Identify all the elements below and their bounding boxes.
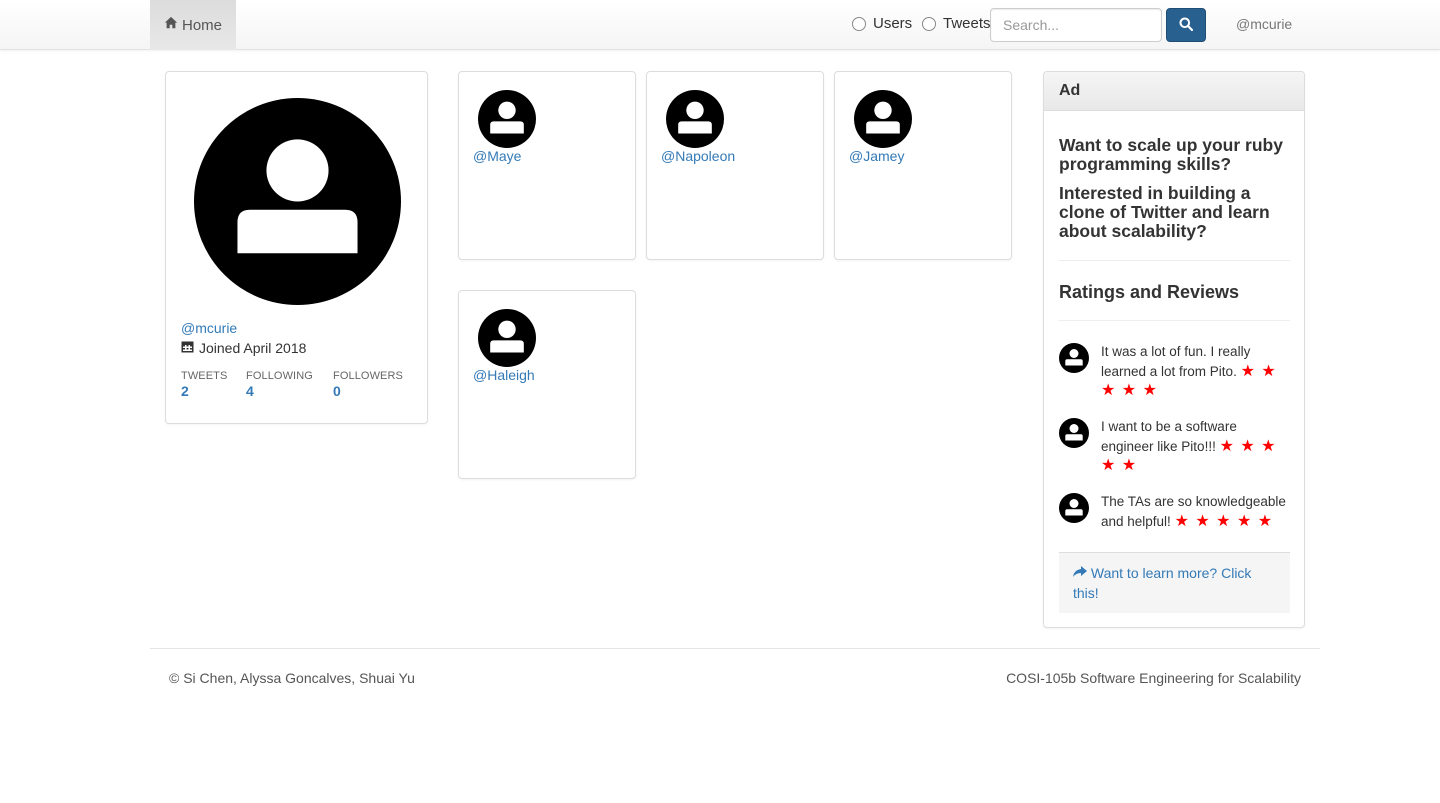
review-item: The TAs are so knowledgeable and helpful… — [1059, 492, 1290, 531]
ad-heading: Ad — [1044, 72, 1304, 111]
footer-course: COSI-105b Software Engineering for Scala… — [1006, 670, 1301, 686]
reviewer-avatar — [1059, 418, 1089, 448]
ad-divider — [1059, 320, 1290, 321]
tweets-radio-label: Tweets — [943, 15, 991, 32]
stat-tweets[interactable]: TWEETS 2 — [181, 370, 227, 399]
user-handle-link[interactable]: @Maye — [473, 148, 521, 164]
stat-followers[interactable]: FOLLOWERS 0 — [333, 370, 403, 399]
page-footer: © Si Chen, Alyssa Goncalves, Shuai Yu CO… — [150, 648, 1320, 686]
home-nav-link[interactable]: Home — [150, 0, 236, 50]
review-body: The TAs are so knowledgeable and helpful… — [1101, 492, 1290, 531]
search-icon — [1179, 17, 1194, 34]
review-body: It was a lot of fun. I really learned a … — [1101, 342, 1290, 401]
joined-date: Joined April 2018 — [181, 340, 306, 356]
reviewer-avatar — [1059, 493, 1089, 523]
user-avatar — [478, 90, 536, 148]
tweets-radio[interactable] — [922, 16, 936, 31]
user-card: @Jamey — [834, 71, 1012, 260]
current-user-link[interactable]: @mcurie — [1236, 16, 1292, 32]
user-avatar — [478, 309, 536, 367]
stat-value[interactable]: 4 — [246, 383, 313, 399]
users-radio-label: Users — [873, 15, 913, 32]
top-navbar: Home Users Tweets @mcurie — [0, 0, 1440, 50]
user-handle-link[interactable]: @Napoleon — [661, 148, 735, 164]
ratings-title: Ratings and Reviews — [1059, 282, 1240, 302]
star-rating: ★ ★ ★ ★ ★ — [1174, 512, 1274, 530]
profile-avatar — [194, 98, 401, 305]
joined-text: Joined April 2018 — [199, 340, 307, 356]
share-arrow-icon — [1073, 565, 1091, 581]
user-card: @Maye — [458, 71, 636, 260]
user-handle-link[interactable]: @Haleigh — [473, 367, 535, 383]
review-item: It was a lot of fun. I really learned a … — [1059, 342, 1290, 401]
learn-more-text: Want to learn more? Click this! — [1073, 565, 1252, 601]
user-avatar — [666, 90, 724, 148]
review-text: It was a lot of fun. I really learned a … — [1101, 344, 1251, 379]
learn-more-link[interactable]: Want to learn more? Click this! — [1073, 565, 1251, 601]
user-card: @Haleigh — [458, 290, 636, 479]
user-handle-link[interactable]: @Jamey — [849, 148, 904, 164]
ad-headline-2: Interested in building a clone of Twitte… — [1059, 183, 1270, 241]
review-text: I want to be a software engineer like Pi… — [1101, 419, 1237, 454]
home-icon — [164, 16, 178, 34]
users-radio[interactable] — [852, 16, 866, 31]
ad-panel: Ad Want to scale up your ruby programmin… — [1043, 71, 1305, 628]
review-body: I want to be a software engineer like Pi… — [1101, 417, 1290, 476]
search-button[interactable] — [1166, 8, 1206, 42]
stat-label: TWEETS — [181, 370, 228, 382]
search-input[interactable] — [990, 8, 1162, 42]
stat-label: FOLLOWING — [246, 370, 313, 382]
profile-card: @mcurie Joined April 2018 TWEETS 2 FOLLO… — [165, 71, 428, 424]
stat-following[interactable]: FOLLOWING 4 — [246, 370, 313, 399]
ad-footer: Want to learn more? Click this! — [1059, 552, 1290, 613]
footer-credits: © Si Chen, Alyssa Goncalves, Shuai Yu — [169, 670, 415, 686]
reviewer-avatar — [1059, 343, 1089, 373]
stat-value[interactable]: 2 — [181, 383, 227, 399]
user-avatar — [854, 90, 912, 148]
review-item: I want to be a software engineer like Pi… — [1059, 417, 1290, 476]
stat-value[interactable]: 0 — [333, 383, 403, 399]
home-label: Home — [181, 16, 222, 34]
user-card: @Napoleon — [646, 71, 824, 260]
stat-label: FOLLOWERS — [333, 370, 403, 382]
search-type-users[interactable]: Users — [852, 15, 912, 32]
profile-handle[interactable]: @mcurie — [181, 320, 237, 336]
search-type-tweets[interactable]: Tweets — [922, 15, 991, 32]
ad-headline-1: Want to scale up your ruby programming s… — [1059, 135, 1283, 174]
ad-divider — [1059, 260, 1290, 261]
calendar-icon — [181, 340, 194, 356]
